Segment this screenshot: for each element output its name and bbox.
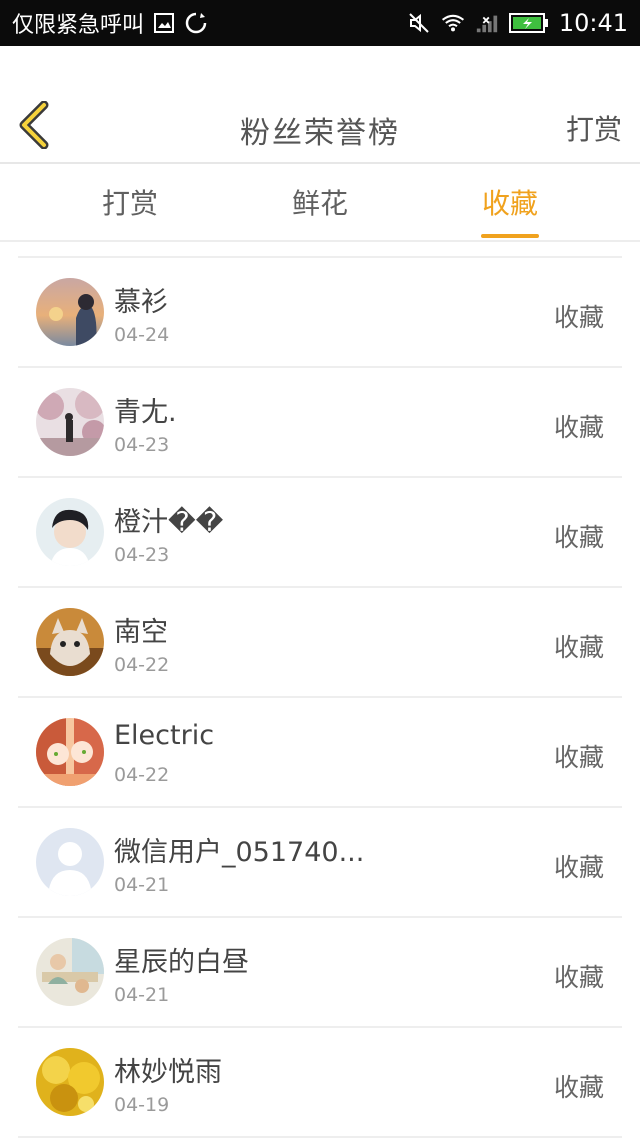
- fan-action: 收藏: [553, 303, 604, 332]
- list-item[interactable]: 林妙悦雨 04-19 收藏: [18, 1028, 622, 1138]
- list-item[interactable]: Electric 04-22 收藏: [18, 698, 622, 808]
- fan-action: 收藏: [553, 1073, 604, 1102]
- avatar: [36, 278, 104, 346]
- fan-date: 04-22: [114, 654, 170, 676]
- tab-reward[interactable]: 打赏: [70, 182, 190, 238]
- reward-button[interactable]: 打赏: [566, 108, 622, 148]
- list-item[interactable]: 星辰的白昼 04-21 收藏: [18, 918, 622, 1028]
- avatar: [36, 828, 104, 896]
- list-item[interactable]: 慕衫 04-24 收藏: [18, 258, 622, 368]
- page-title: 粉丝荣誉榜: [240, 116, 400, 151]
- avatar: [36, 718, 104, 786]
- avatar: [36, 1048, 104, 1116]
- fan-action: 收藏: [553, 413, 604, 442]
- fan-action: 收藏: [553, 523, 604, 552]
- tab-label: 打赏: [101, 187, 158, 220]
- avatar: [36, 498, 104, 566]
- fan-action: 收藏: [553, 633, 604, 662]
- tab-flowers[interactable]: 鲜花: [260, 182, 380, 238]
- fan-date: 04-24: [114, 324, 170, 346]
- tab-bar: 打赏 鲜花 收藏: [0, 164, 640, 242]
- wifi-icon: [441, 11, 465, 35]
- fan-date: 04-23: [114, 544, 170, 566]
- avatar: [36, 608, 104, 676]
- avatar: [36, 388, 104, 456]
- fan-name: 南空: [114, 617, 168, 648]
- battery-icon: [508, 11, 549, 35]
- fan-action: 收藏: [553, 853, 604, 882]
- fan-list: 慕衫 04-24 收藏 青尢. 04-23 收藏 橙汁�� 04-23 收藏 南…: [18, 256, 622, 1138]
- fan-date: 04-21: [114, 874, 170, 896]
- tab-label: 收藏: [481, 187, 538, 220]
- list-item[interactable]: 微信用户_051740... 04-21 收藏: [18, 808, 622, 918]
- fan-date: 04-19: [114, 1094, 170, 1116]
- tab-label: 鲜花: [291, 187, 348, 220]
- fan-action: 收藏: [553, 743, 604, 772]
- fan-name: 微信用户_051740...: [114, 837, 365, 868]
- fan-name: 林妙悦雨: [114, 1057, 222, 1088]
- tab-favorites[interactable]: 收藏: [450, 182, 570, 238]
- signal-icon: [475, 11, 499, 35]
- fan-name: Electric: [114, 720, 215, 751]
- fan-date: 04-21: [114, 984, 170, 1006]
- fan-name: 慕衫: [114, 287, 168, 318]
- active-tab-indicator: [481, 234, 539, 238]
- image-icon: [152, 11, 176, 35]
- mute-icon: [407, 11, 431, 35]
- app-header: 粉丝荣誉榜 打赏: [0, 46, 640, 164]
- fan-name: 橙汁��: [114, 507, 224, 538]
- fan-date: 04-23: [114, 434, 170, 456]
- status-bar: 仅限紧急呼叫 10:41: [0, 0, 640, 46]
- sync-icon: [184, 11, 208, 35]
- fan-name: 星辰的白昼: [114, 947, 249, 978]
- fan-action: 收藏: [553, 963, 604, 992]
- clock: 10:41: [558, 9, 628, 37]
- list-item[interactable]: 橙汁�� 04-23 收藏: [18, 478, 622, 588]
- list-item[interactable]: 青尢. 04-23 收藏: [18, 368, 622, 478]
- avatar: [36, 938, 104, 1006]
- fan-date: 04-22: [114, 764, 170, 786]
- list-item[interactable]: 南空 04-22 收藏: [18, 588, 622, 698]
- emergency-call-notice: 仅限紧急呼叫: [12, 13, 145, 38]
- fan-name: 青尢.: [114, 397, 177, 428]
